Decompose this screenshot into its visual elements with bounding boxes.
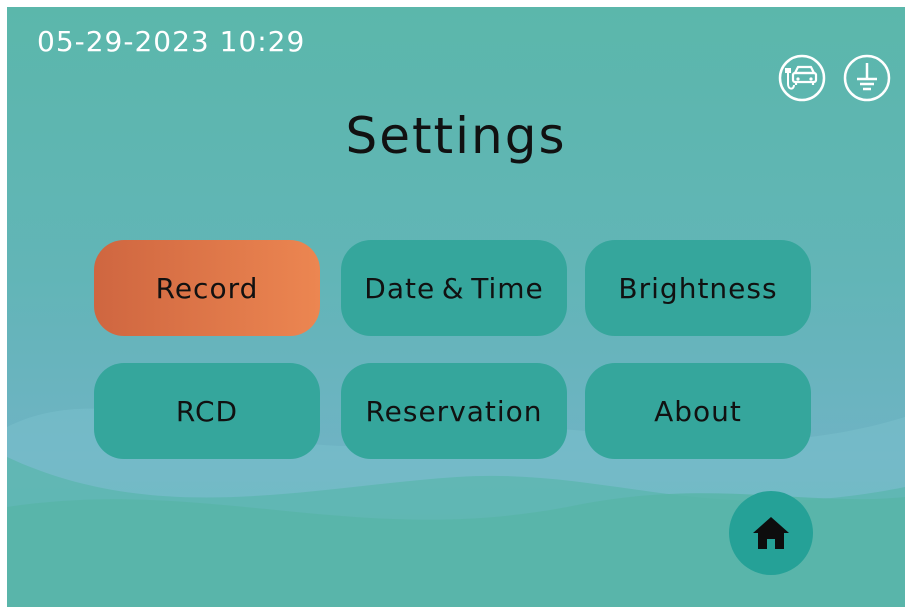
reservation-button[interactable]: Reservation (341, 363, 567, 459)
page-title: Settings (345, 107, 567, 165)
record-button[interactable]: Record (94, 240, 320, 336)
settings-screen: 05-29-2023 10:29 Settings Record Date & … (7, 7, 905, 607)
ev-charger-car-icon (778, 54, 826, 102)
brightness-button[interactable]: Brightness (585, 240, 811, 336)
datetime-display: 05-29-2023 10:29 (37, 25, 306, 58)
rcd-button[interactable]: RCD (94, 363, 320, 459)
home-button[interactable] (729, 491, 813, 575)
home-icon (753, 517, 789, 549)
ground-icon (843, 54, 891, 102)
about-button[interactable]: About (585, 363, 811, 459)
date-time-button[interactable]: Date & Time (341, 240, 567, 336)
